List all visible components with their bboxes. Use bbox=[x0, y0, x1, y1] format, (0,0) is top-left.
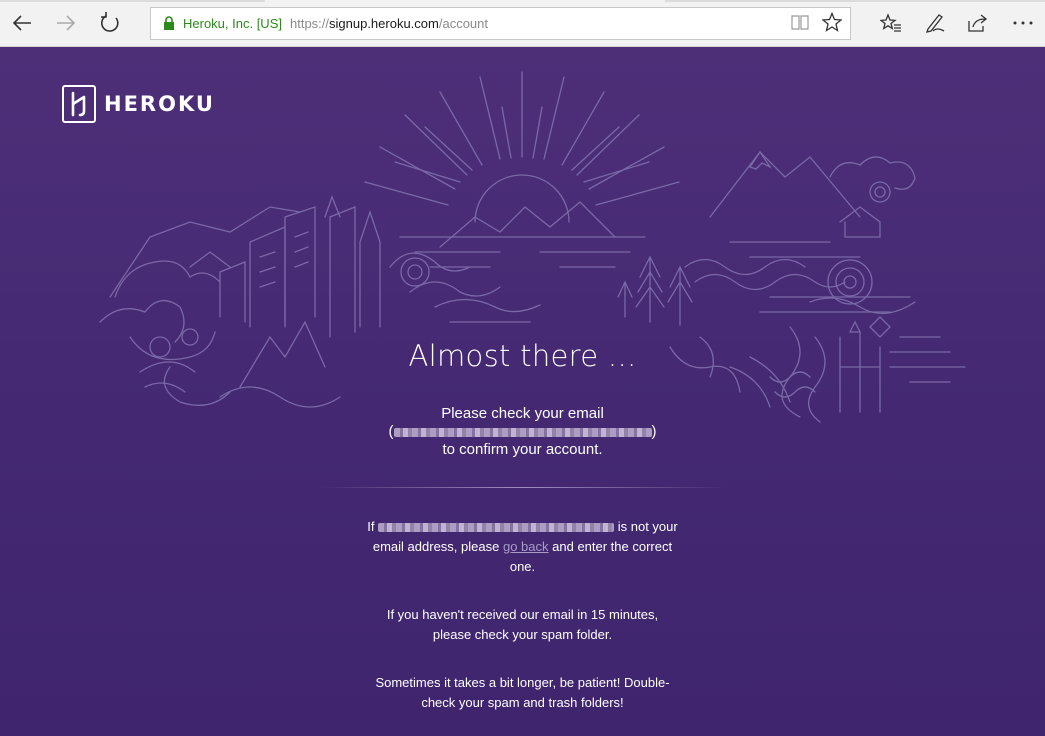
heroku-logo-text: HEROKU bbox=[104, 92, 215, 116]
refresh-icon[interactable] bbox=[93, 6, 127, 40]
wrong-email-paragraph: If is not your email address, please go … bbox=[367, 519, 678, 574]
url-scheme: https:// bbox=[289, 16, 330, 31]
sunrise-icon bbox=[364, 71, 680, 223]
be-patient-paragraph: Sometimes it takes a bit longer, be pati… bbox=[375, 675, 670, 710]
share-icon[interactable] bbox=[961, 6, 995, 40]
url-host: signup.heroku.com bbox=[329, 16, 439, 31]
redacted-email bbox=[393, 427, 652, 437]
signup-page: HEROKU Almost there ... Please check you… bbox=[0, 47, 1045, 736]
favorite-star-icon[interactable] bbox=[821, 11, 843, 35]
forward-icon[interactable] bbox=[49, 6, 83, 40]
browser-toolbar: Heroku, Inc. [US] https://signup.heroku.… bbox=[0, 0, 1045, 47]
lock-icon bbox=[163, 16, 175, 31]
page-title: Almost there ... bbox=[408, 339, 637, 373]
favorites-hub-icon[interactable] bbox=[874, 6, 908, 40]
email-open-paren: ( bbox=[388, 423, 394, 440]
url-path: /account bbox=[438, 16, 489, 31]
more-icon[interactable] bbox=[1006, 6, 1040, 40]
tab-strip bbox=[0, 0, 1045, 2]
spam-folder-paragraph: If you haven't received our email in 15 … bbox=[386, 607, 659, 642]
email-address-line: () bbox=[0, 423, 1045, 440]
site-identity[interactable]: Heroku, Inc. [US] bbox=[183, 16, 282, 31]
heroku-logo-icon bbox=[62, 85, 96, 123]
redacted-email bbox=[378, 523, 615, 533]
reading-view-icon[interactable] bbox=[790, 13, 810, 34]
check-email-text: Please check your email bbox=[441, 405, 604, 422]
divider bbox=[318, 487, 728, 488]
go-back-link[interactable]: go back bbox=[503, 539, 549, 554]
email-close-paren: ) bbox=[651, 423, 657, 440]
web-note-icon[interactable] bbox=[918, 6, 952, 40]
heroku-logo[interactable]: HEROKU bbox=[62, 85, 215, 123]
address-bar[interactable]: Heroku, Inc. [US] https://signup.heroku.… bbox=[150, 7, 851, 40]
back-icon[interactable] bbox=[5, 6, 39, 40]
confirm-account-text: to confirm your account. bbox=[442, 441, 603, 458]
